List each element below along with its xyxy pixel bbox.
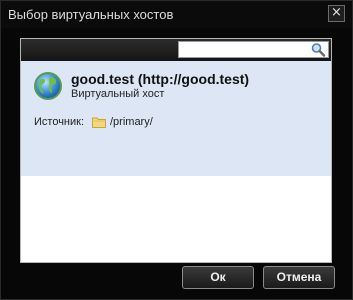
cancel-button[interactable]: Отмена — [263, 266, 335, 289]
folder-icon — [92, 117, 106, 128]
hosts-panel: good.test (http://good.test) Виртуальный… — [20, 38, 332, 263]
source-label: Источник: — [34, 116, 85, 128]
search-box[interactable] — [178, 41, 329, 58]
close-icon: × — [331, 5, 342, 20]
panel-toolbar — [21, 39, 331, 61]
host-name: good.test (http://good.test) — [71, 71, 250, 87]
search-icon[interactable] — [310, 42, 326, 57]
globe-icon — [34, 72, 62, 100]
virtual-hosts-dialog: Выбор виртуальных хостов × good.test (ht… — [0, 0, 353, 300]
dialog-title: Выбор виртуальных хостов — [8, 7, 174, 22]
search-input[interactable] — [179, 42, 307, 57]
ok-button[interactable]: Ок — [182, 266, 254, 289]
source-path: /primary/ — [110, 116, 153, 128]
host-list-item[interactable]: good.test (http://good.test) Виртуальный… — [21, 61, 331, 176]
close-button[interactable]: × — [328, 5, 345, 22]
host-type: Виртуальный хост — [71, 88, 165, 100]
dialog-titlebar[interactable]: Выбор виртуальных хостов × — [1, 1, 352, 28]
